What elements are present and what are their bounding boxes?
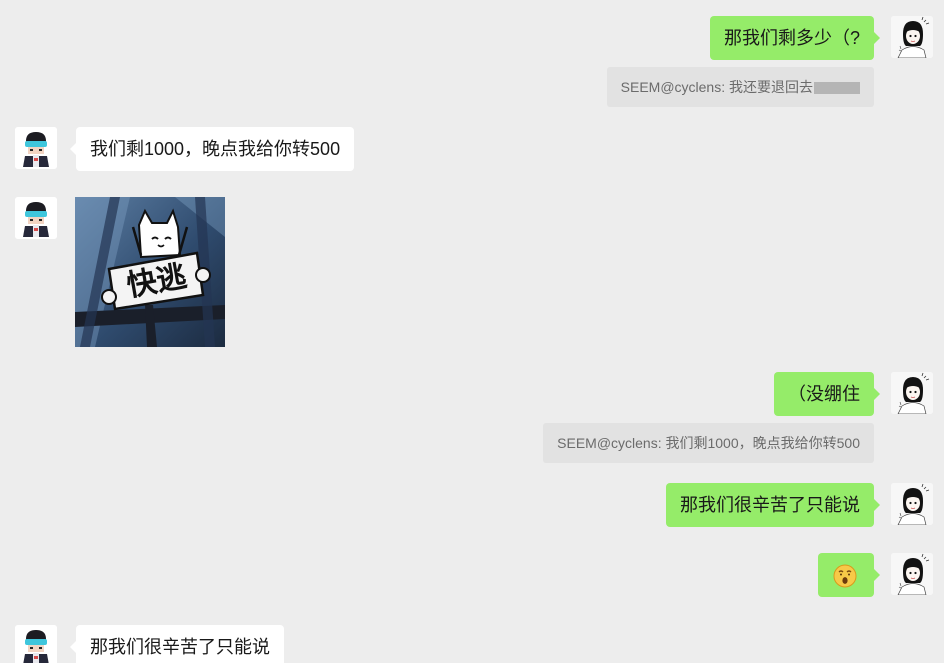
self-avatar[interactable]: [891, 372, 933, 414]
self-avatar[interactable]: [891, 553, 933, 595]
shocked-face-emoji-icon: [833, 564, 857, 588]
message-text: （没绷住: [788, 384, 860, 404]
girl-avatar-icon: [891, 553, 933, 595]
girl-avatar-icon: [891, 483, 933, 525]
self-avatar[interactable]: [891, 16, 933, 58]
redaction-block: [814, 82, 860, 95]
message-text: 我们剩1000，晚点我给你转500: [90, 139, 341, 159]
message-bubble[interactable]: 那我们很辛苦了只能说: [70, 625, 284, 663]
chat-window[interactable]: 那我们剩多少（? SEEM@cyclens: 我还要退回去 我们剩1000，晚点…: [0, 0, 944, 663]
contact-avatar[interactable]: [15, 625, 57, 663]
message-bubble[interactable]: 那我们很辛苦了只能说: [666, 483, 880, 527]
contact-avatar[interactable]: [15, 127, 57, 169]
emoji-message-bubble[interactable]: [818, 553, 880, 597]
quoted-reply[interactable]: SEEM@cyclens: 我还要退回去: [606, 67, 874, 107]
message-text: 那我们很辛苦了只能说: [90, 637, 270, 657]
message-text: 那我们剩多少（?: [723, 28, 860, 48]
quoted-reply[interactable]: SEEM@cyclens: 我们剩1000，晚点我给你转500: [543, 423, 874, 463]
self-avatar[interactable]: [891, 483, 933, 525]
boy-avatar-icon: [15, 197, 57, 239]
message-bubble[interactable]: 我们剩1000，晚点我给你转500: [69, 127, 355, 171]
quoted-text: SEEM@cyclens: 我还要退回去: [620, 79, 813, 95]
message-bubble[interactable]: （没绷住: [774, 372, 880, 416]
sticker-message[interactable]: 快逃: [75, 197, 225, 347]
girl-avatar-icon: [891, 16, 933, 58]
contact-avatar[interactable]: [15, 197, 57, 239]
message-text: 那我们很辛苦了只能说: [680, 495, 860, 515]
girl-avatar-icon: [891, 372, 933, 414]
cat-holding-sign-sticker-icon: 快逃: [75, 197, 225, 347]
boy-avatar-icon: [15, 127, 57, 169]
message-bubble[interactable]: 那我们剩多少（?: [709, 16, 881, 60]
quoted-text: SEEM@cyclens: 我们剩1000，晚点我给你转500: [557, 435, 860, 451]
boy-avatar-icon: [15, 625, 57, 663]
